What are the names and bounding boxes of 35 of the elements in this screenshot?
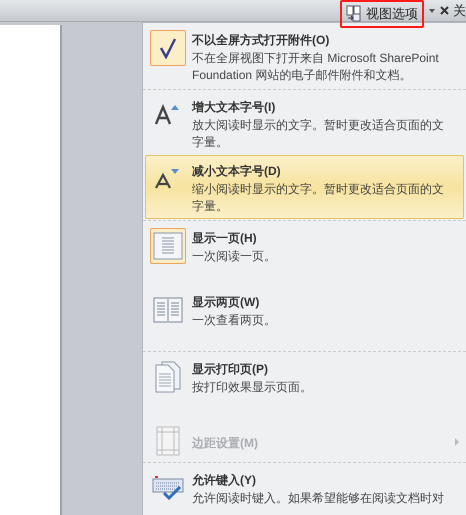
menu-item-title: 显示一页(H) xyxy=(192,230,258,247)
menu-item[interactable]: 显示打印页(P) 按打印效果显示页面。 xyxy=(145,353,464,417)
document-pages-icon xyxy=(155,361,181,393)
menu-item-title: 边距设置(M) xyxy=(192,435,259,452)
menu-item[interactable]: 不以全屏方式打开附件(O) 不在全屏视图下打开来自 Microsoft SharePoint Foundation 网站的电子邮件附件和文档。 xyxy=(145,24,464,88)
menu-item-title: 不以全屏方式打开附件(O) xyxy=(192,32,330,49)
menu-item-description: 缩小阅读时显示的文字。暂时更改适合页面的文字量。 xyxy=(192,181,445,215)
menu-item-description: 放大阅读时显示的文字。暂时更改适合页面的文字量。 xyxy=(192,117,445,151)
menu-item-title: 显示两页(W) xyxy=(192,294,260,311)
dropdown-icon[interactable] xyxy=(429,8,435,12)
menu-item[interactable]: 允许键入(Y) 允许阅读时键入。如果希望能够在阅读文档时对 xyxy=(145,464,464,515)
view-options-button[interactable]: 视图选项 xyxy=(340,0,424,28)
close-button[interactable]: 关 xyxy=(440,0,466,20)
menu-item-title: 允许键入(Y) xyxy=(192,472,257,489)
menu-item-description: 一次阅读一页。 xyxy=(192,248,277,265)
two-pages-icon xyxy=(153,297,183,323)
keyboard-check-icon xyxy=(152,475,184,501)
menu-item[interactable]: 显示两页(W) 一次查看两页。 xyxy=(145,286,464,350)
check-icon xyxy=(158,37,178,59)
menu-item[interactable]: 显示一页(H) 一次阅读一页。 xyxy=(145,222,464,286)
page-margins-icon xyxy=(156,426,180,456)
menu-item-title: 减小文本字号(D) xyxy=(192,163,282,180)
submenu-arrow-icon xyxy=(455,438,459,446)
menu-item-title: 增大文本字号(I) xyxy=(192,99,276,116)
menu-item-description: 按打印效果显示页面。 xyxy=(192,379,313,396)
menu-item-description: 不在全屏视图下打开来自 Microsoft SharePoint Foundation 网站的电子邮件附件和文档。 xyxy=(192,50,440,84)
font-size-decrease-icon xyxy=(155,168,181,190)
menu-item-description: 允许阅读时键入。如果希望能够在阅读文档时对 xyxy=(192,490,445,507)
menu-item-title: 显示打印页(P) xyxy=(192,361,269,378)
menu-item[interactable]: 增大文本字号(I) 放大阅读时显示的文字。暂时更改适合页面的文字量。 xyxy=(145,91,464,155)
menu-item[interactable]: 减小文本字号(D) 缩小阅读时显示的文字。暂时更改适合页面的文字量。 xyxy=(145,155,464,219)
view-options-icon xyxy=(346,5,362,22)
close-icon xyxy=(440,6,449,15)
font-size-increase-icon xyxy=(155,104,181,126)
menu-item-description: 一次查看两页。 xyxy=(192,312,277,329)
